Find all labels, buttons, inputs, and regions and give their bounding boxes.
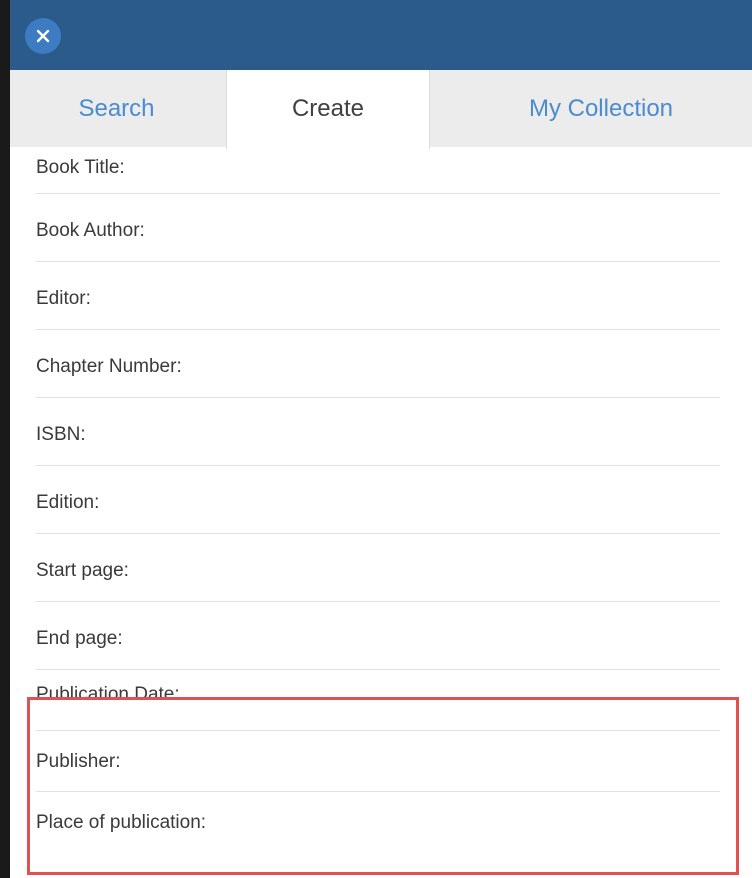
panel-header [10, 0, 752, 70]
place-of-publication-label: Place of publication: [36, 812, 207, 833]
create-citation-panel: Search Create My Collection Book Title: … [0, 0, 752, 878]
end-page-input[interactable] [246, 602, 720, 669]
publisher-input[interactable] [246, 731, 720, 791]
book-author-label: Book Author: [36, 220, 145, 241]
tab-search[interactable]: Search [10, 70, 223, 147]
chapter-number-field[interactable]: Chapter Number: [36, 330, 720, 398]
place-of-publication-field[interactable]: Place of publication: [36, 792, 720, 853]
chapter-number-input[interactable] [246, 330, 720, 397]
publisher-field[interactable]: Publisher: [36, 731, 720, 792]
edition-label: Edition: [36, 492, 100, 513]
publication-date-input[interactable] [246, 670, 720, 730]
close-icon [36, 29, 50, 43]
citation-form: Book Title: Book Author: Editor: Chapter… [36, 147, 720, 853]
place-of-publication-input[interactable] [246, 792, 720, 853]
isbn-label: ISBN: [36, 424, 86, 445]
end-page-field[interactable]: End page: [36, 602, 720, 670]
start-page-input[interactable] [246, 534, 720, 601]
tab-my-collection[interactable]: My Collection [450, 70, 752, 147]
editor-label: Editor: [36, 288, 91, 309]
editor-field[interactable]: Editor: [36, 262, 720, 330]
chapter-number-label: Chapter Number: [36, 356, 182, 377]
tab-create[interactable]: Create [226, 70, 430, 149]
book-author-field[interactable]: Book Author: [36, 194, 720, 262]
book-author-input[interactable] [246, 194, 720, 261]
edition-field[interactable]: Edition: [36, 466, 720, 534]
book-title-input[interactable] [246, 147, 720, 193]
publication-date-label: Publication Date: [36, 684, 180, 705]
edition-input[interactable] [246, 466, 720, 533]
editor-input[interactable] [246, 262, 720, 329]
end-page-label: End page: [36, 628, 123, 649]
book-title-label: Book Title: [36, 157, 125, 178]
isbn-input[interactable] [246, 398, 720, 465]
publisher-label: Publisher: [36, 751, 121, 772]
start-page-field[interactable]: Start page: [36, 534, 720, 602]
close-button[interactable] [25, 18, 61, 54]
book-title-field[interactable]: Book Title: [36, 147, 720, 194]
tab-bar: Search Create My Collection [10, 70, 752, 149]
start-page-label: Start page: [36, 560, 129, 581]
isbn-field[interactable]: ISBN: [36, 398, 720, 466]
window-edge [0, 0, 10, 878]
publication-date-field[interactable]: Publication Date: [36, 670, 720, 731]
